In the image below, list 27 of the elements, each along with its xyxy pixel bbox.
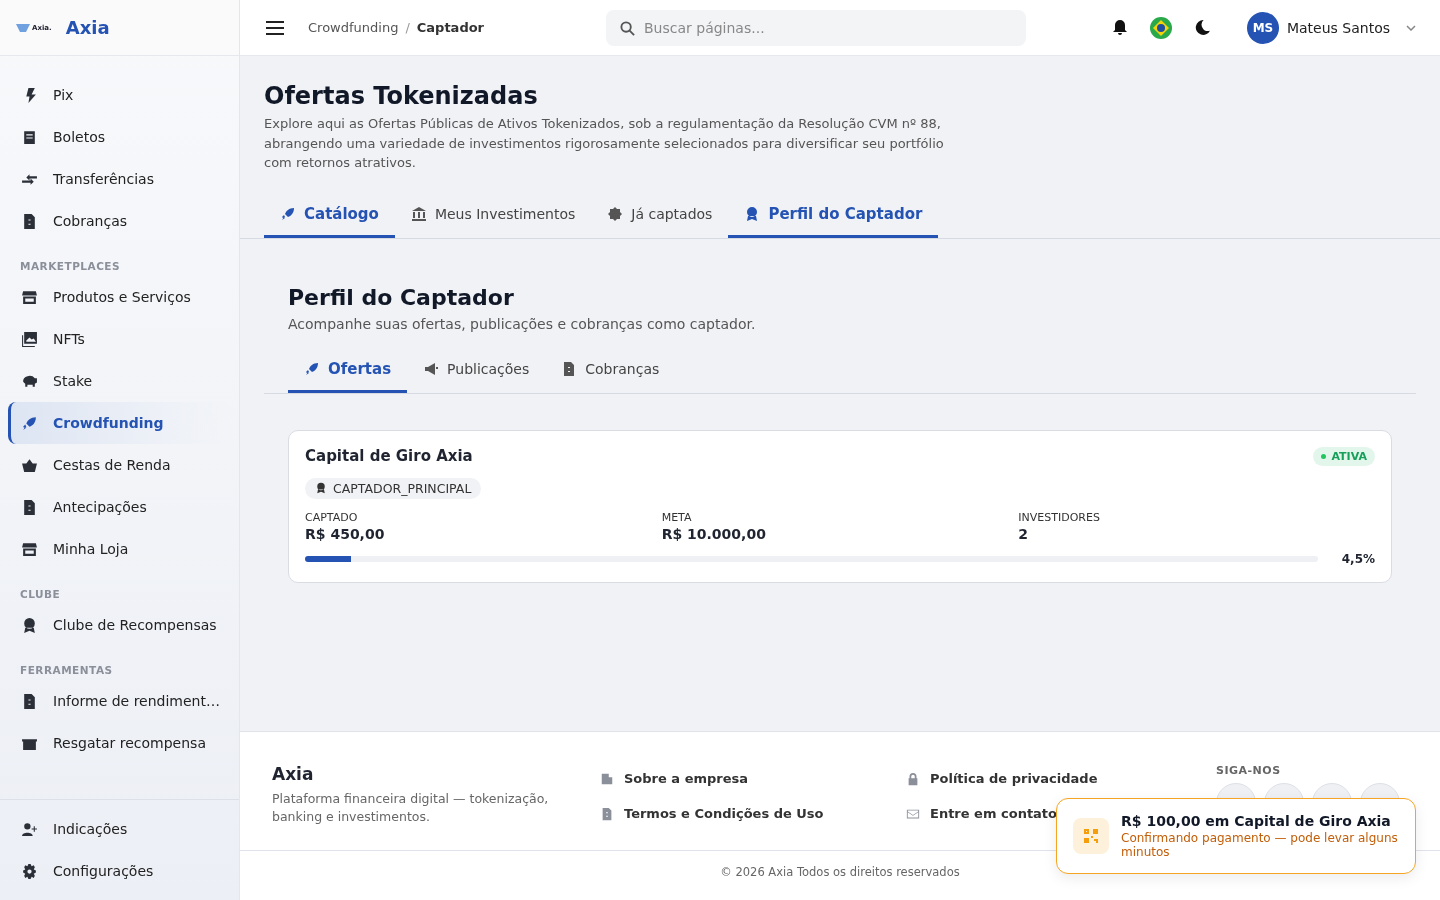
breadcrumb-item: Captador bbox=[416, 20, 485, 35]
breadcrumb-separator: / bbox=[405, 20, 410, 35]
section-subtitle: Acompanhe suas ofertas, publicações e cobranças como captador. bbox=[288, 315, 757, 332]
toast-title: R$ 100,00 em Capital de Giro Axia bbox=[1121, 813, 1392, 829]
page-description: Explore aqui as Ofertas Públicas de Ativos Tokenizados, sob a regulamentação da Resolução CVM nº 88, abrangendo uma variedade de investimentos rigorosamente selecionados para diversificar seu portfólio com retornos atrativos. bbox=[264, 115, 945, 172]
status-badge: ATIVA bbox=[1313, 446, 1375, 466]
stat-value: R$ 10.000,00 bbox=[661, 525, 767, 542]
copyright: © 2026 Axia Todos os direitos reservados bbox=[720, 865, 960, 879]
offer-title: Capital de Giro Axia bbox=[305, 447, 473, 465]
section-label: FERRAMENTAS bbox=[19, 663, 114, 678]
stat-value: R$ 450,00 bbox=[305, 525, 386, 542]
stat-label: CAPTADO bbox=[305, 510, 359, 524]
section-label: CLUBE bbox=[19, 587, 62, 602]
brand-name: Axia bbox=[65, 17, 110, 38]
social-title: SIGA-NOS bbox=[1216, 764, 1282, 777]
stat-value: 2 bbox=[1018, 525, 1030, 542]
role-tag: CAPTADOR_PRINCIPAL bbox=[305, 477, 482, 499]
toast-message: Confirmando pagamento — pode levar alguns minutos bbox=[1121, 831, 1399, 859]
page-title: Ofertas Tokenizadas bbox=[264, 82, 539, 110]
stat-label: INVESTIDORES bbox=[1018, 510, 1101, 524]
section-title: Perfil do Captador bbox=[288, 284, 515, 310]
progress-percent: 4,5% bbox=[1341, 551, 1375, 566]
section-label: MARKETPLACES bbox=[19, 259, 122, 274]
footer-tagline: Plataforma financeira digital — tokenização, banking e investimentos. bbox=[272, 790, 550, 826]
stat-label: META bbox=[661, 510, 693, 524]
footer-brand: Axia bbox=[272, 764, 315, 784]
avatar: MS bbox=[1246, 11, 1279, 44]
